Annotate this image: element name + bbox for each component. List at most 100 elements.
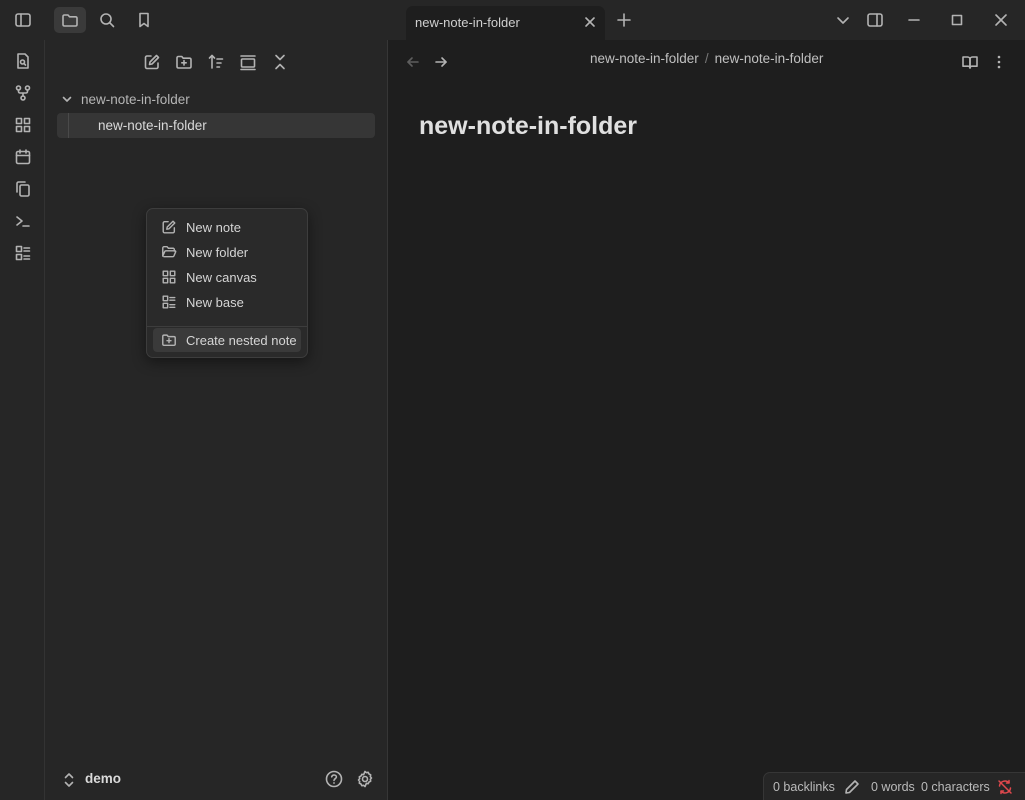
canvas-icon — [161, 269, 177, 285]
edit-icon — [161, 219, 177, 235]
book-open-icon — [962, 56, 978, 69]
daily-note-button[interactable] — [11, 145, 35, 169]
copy-icon — [16, 181, 30, 197]
breadcrumb-parent[interactable]: new-note-in-folder — [590, 51, 699, 66]
terminal-icon — [16, 216, 30, 227]
minimize-button[interactable] — [897, 7, 931, 33]
calendar-icon — [15, 149, 31, 165]
command-palette-button[interactable] — [11, 209, 35, 233]
character-count: 0 characters — [921, 780, 990, 794]
reveal-icon — [240, 55, 256, 71]
ribbon — [0, 40, 45, 800]
menu-item-new-base[interactable]: New base — [153, 290, 301, 314]
new-folder-button[interactable] — [171, 51, 197, 73]
breadcrumb-current[interactable]: new-note-in-folder — [715, 51, 824, 66]
help-icon — [325, 770, 343, 788]
base-icon — [15, 245, 31, 261]
vault-name[interactable]: demo — [85, 771, 121, 786]
reading-view-button[interactable] — [959, 51, 981, 73]
maximize-button[interactable] — [940, 7, 974, 33]
maximize-icon — [951, 14, 963, 26]
folder-plus-icon — [176, 55, 192, 69]
auto-reveal-button[interactable] — [235, 51, 261, 73]
canvas-button[interactable] — [11, 113, 35, 137]
context-menu: New note New folder New canvas New base … — [146, 208, 308, 358]
tab-list-button[interactable] — [827, 7, 859, 33]
file-name: new-note-in-folder — [98, 118, 207, 133]
search-icon — [100, 13, 115, 28]
gear-icon — [357, 770, 373, 788]
tab-active[interactable]: new-note-in-folder — [406, 6, 605, 40]
tab-close-button[interactable] — [583, 15, 597, 29]
pencil-icon — [845, 780, 859, 794]
chevron-down-icon — [61, 93, 75, 105]
indent-guide — [68, 113, 69, 138]
title-bar: new-note-in-folder — [0, 0, 1025, 40]
new-note-button[interactable] — [139, 51, 165, 73]
close-window-button[interactable] — [984, 7, 1018, 33]
edit-mode-button[interactable] — [844, 779, 860, 795]
folder-icon — [62, 14, 78, 27]
git-fork-icon — [15, 85, 31, 101]
menu-item-label: Create nested note — [186, 332, 297, 348]
menu-item-new-note[interactable]: New note — [153, 215, 301, 239]
base-icon — [161, 294, 177, 310]
sort-button[interactable] — [203, 51, 229, 73]
back-button[interactable] — [402, 51, 424, 73]
file-item-active[interactable]: new-note-in-folder — [57, 113, 375, 138]
close-icon — [585, 17, 595, 27]
folder-open-icon — [161, 244, 177, 260]
quick-switcher-button[interactable] — [11, 49, 35, 73]
settings-button[interactable] — [355, 769, 375, 789]
templates-button[interactable] — [11, 177, 35, 201]
search-view-button[interactable] — [91, 7, 123, 33]
word-count: 0 words — [871, 780, 915, 794]
menu-item-new-folder[interactable]: New folder — [153, 240, 301, 264]
menu-separator — [147, 326, 307, 327]
sidebar-right-icon — [867, 13, 883, 27]
note-title[interactable]: new-note-in-folder — [419, 112, 637, 141]
menu-item-label: New folder — [186, 244, 249, 260]
more-vertical-icon — [997, 55, 1001, 69]
toggle-right-sidebar-button[interactable] — [859, 7, 891, 33]
backlinks-count[interactable]: 0 backlinks — [773, 780, 835, 794]
menu-item-label: New base — [186, 294, 244, 310]
files-view-button[interactable] — [54, 7, 86, 33]
vault-bar: demo — [45, 760, 388, 800]
chevron-down-icon — [837, 17, 849, 24]
bookmarks-view-button[interactable] — [128, 7, 160, 33]
chevrons-up-down-icon — [64, 773, 74, 787]
folder-item[interactable]: new-note-in-folder — [61, 89, 361, 109]
plus-icon — [617, 13, 631, 27]
file-search-icon — [17, 53, 29, 69]
graph-view-button[interactable] — [11, 81, 35, 105]
new-tab-button[interactable] — [608, 7, 640, 33]
bases-button[interactable] — [11, 241, 35, 265]
vault-switcher-button[interactable] — [62, 772, 76, 788]
canvas-icon — [15, 117, 31, 133]
toggle-left-sidebar-button[interactable] — [7, 7, 39, 33]
sync-error-icon — [998, 779, 1012, 795]
status-bar: 0 backlinks 0 words 0 characters — [763, 772, 1025, 800]
menu-item-new-canvas[interactable]: New canvas — [153, 265, 301, 289]
folder-plus-icon — [161, 332, 177, 348]
menu-item-label: New canvas — [186, 269, 257, 285]
sync-status-button[interactable] — [997, 779, 1013, 795]
menu-item-label: New note — [186, 219, 241, 235]
collapse-icon — [275, 54, 285, 70]
close-icon — [995, 14, 1007, 26]
bookmark-icon — [139, 12, 149, 28]
arrow-left-icon — [407, 57, 419, 67]
breadcrumb: new-note-in-folder / new-note-in-folder — [590, 51, 823, 66]
minimize-icon — [908, 19, 920, 21]
arrow-right-icon — [435, 57, 447, 67]
folder-name: new-note-in-folder — [81, 91, 190, 107]
help-button[interactable] — [324, 769, 344, 789]
tab-title: new-note-in-folder — [415, 15, 520, 30]
more-options-button[interactable] — [988, 51, 1010, 73]
sort-icon — [208, 54, 224, 69]
collapse-all-button[interactable] — [267, 51, 293, 73]
menu-item-create-nested-note[interactable]: Create nested note — [153, 328, 301, 352]
edit-icon — [144, 54, 160, 70]
forward-button[interactable] — [430, 51, 452, 73]
